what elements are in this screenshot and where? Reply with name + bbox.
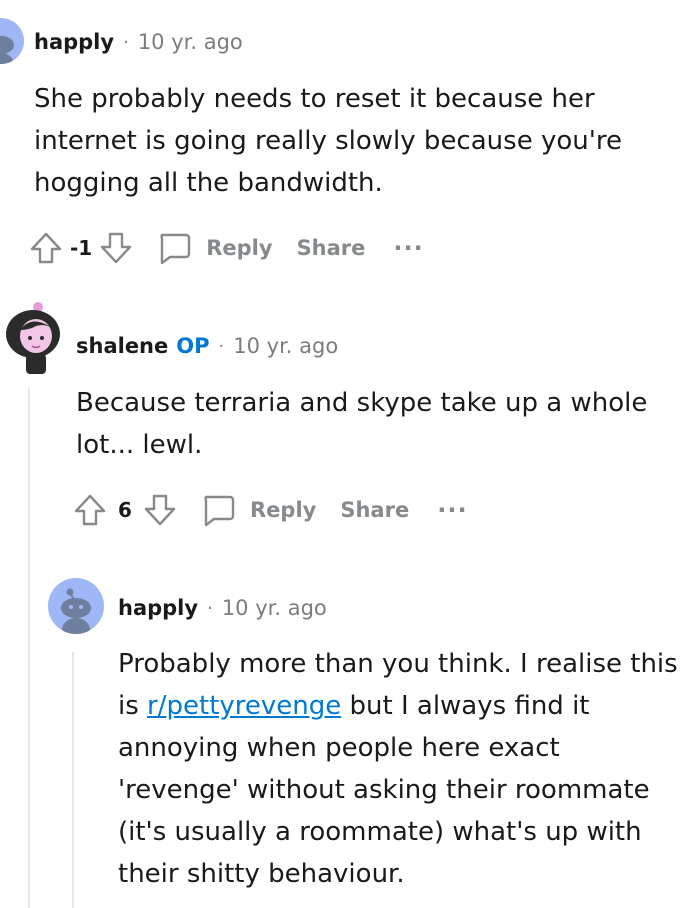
meta-separator: · <box>218 335 225 357</box>
comment-body: Because terraria and skype take up a who… <box>76 388 648 460</box>
ellipsis-icon[interactable]: ··· <box>437 498 467 522</box>
timestamp[interactable]: 10 yr. ago <box>233 334 338 358</box>
share-button[interactable]: Share <box>340 498 409 522</box>
reply-label: Reply <box>206 236 273 260</box>
comment-body: She probably needs to reset it because h… <box>34 84 622 198</box>
meta-separator: · <box>123 31 129 53</box>
comment-actions: -1 Reply Share ··· <box>26 226 424 270</box>
avatar[interactable] <box>0 18 24 64</box>
upvote-arrow-icon[interactable] <box>26 228 66 268</box>
upvote-arrow-icon[interactable] <box>70 490 110 530</box>
comment-meta: happly · 10 yr. ago <box>118 596 327 620</box>
avatar[interactable] <box>2 300 64 374</box>
comment-meta: happly · 10 yr. ago <box>34 30 243 54</box>
downvote-arrow-icon[interactable] <box>140 490 180 530</box>
timestamp[interactable]: 10 yr. ago <box>138 30 243 54</box>
share-button[interactable]: Share <box>297 236 366 260</box>
downvote-arrow-icon[interactable] <box>96 228 136 268</box>
reply-button[interactable]: Reply <box>198 490 316 530</box>
vote-score: -1 <box>70 236 93 260</box>
avatar[interactable] <box>48 578 104 634</box>
comment-meta: shalene OP · 10 yr. ago <box>76 334 338 358</box>
reply-button[interactable]: Reply <box>154 228 273 268</box>
speech-bubble-icon <box>204 495 235 527</box>
snoo-avatar-icon <box>0 36 14 64</box>
speech-bubble-icon <box>160 233 191 265</box>
snoo-avatar-icon <box>61 588 91 634</box>
author-name[interactable]: happly <box>34 30 114 54</box>
thread-line[interactable] <box>28 388 30 908</box>
subreddit-link[interactable]: r/pettyrevenge <box>147 691 341 721</box>
op-badge: OP <box>176 334 210 358</box>
comment-actions: 6 Reply Share ··· <box>70 488 468 532</box>
ellipsis-icon[interactable]: ··· <box>393 236 423 260</box>
reply-label: Reply <box>250 498 317 522</box>
author-name[interactable]: happly <box>118 596 198 620</box>
author-name[interactable]: shalene <box>76 334 168 358</box>
meta-separator: · <box>207 597 213 619</box>
vote-score: 6 <box>118 498 132 522</box>
timestamp[interactable]: 10 yr. ago <box>222 596 327 620</box>
character-avatar-icon <box>6 302 60 374</box>
comment-body: Probably more than you think. I realise … <box>118 643 678 895</box>
thread-line[interactable] <box>72 652 74 908</box>
